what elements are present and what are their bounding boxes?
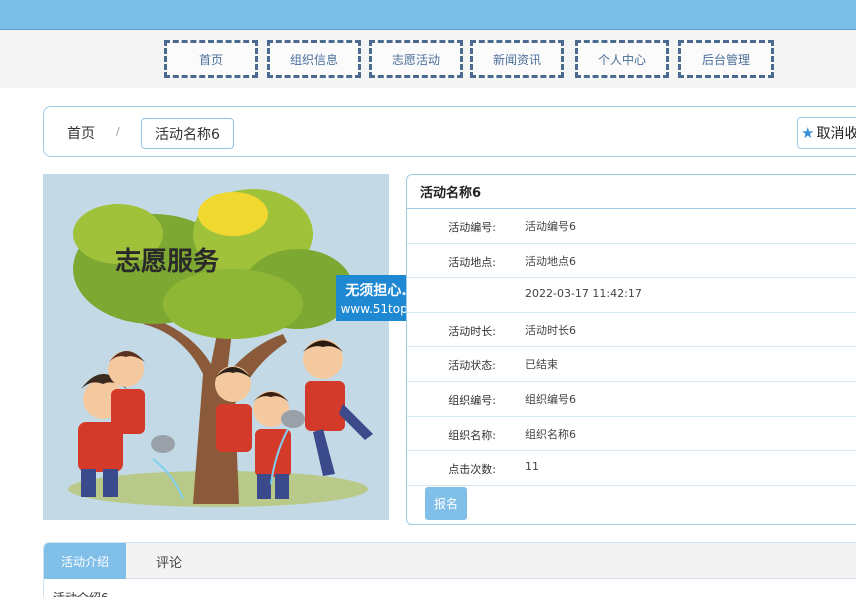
unfavorite-button[interactable]: ★ 取消收 <box>797 117 856 149</box>
detail-value: 活动编号6 <box>525 220 576 233</box>
detail-row: 组织名称: 组织名称6 <box>407 417 856 452</box>
activity-detail-panel: 活动名称6 活动编号: 活动编号6 活动地点: 活动地点6 2022-03-17… <box>406 174 856 525</box>
nav-item-personal-center[interactable]: 个人中心 <box>575 40 669 78</box>
star-icon: ★ <box>801 124 815 142</box>
detail-value: 组织编号6 <box>525 392 576 406</box>
banner-text: 志愿服务 <box>115 247 219 277</box>
tab-bar: 活动介绍 评论 <box>44 543 856 579</box>
activity-title: 活动名称6 <box>407 175 856 209</box>
detail-value: 活动地点6 <box>525 254 576 268</box>
detail-row: 组织编号: 组织编号6 <box>407 382 856 417</box>
detail-value: 组织名称6 <box>525 427 576 441</box>
detail-row: 活动状态: 已结束 <box>407 347 856 382</box>
detail-value: 活动时长6 <box>525 323 576 337</box>
detail-value: 已结束 <box>525 358 558 372</box>
detail-value: 2022-03-17 11:42:17 <box>525 287 642 301</box>
detail-row: 活动时长: 活动时长6 <box>407 313 856 348</box>
activity-image: 志愿服务 <box>43 174 389 520</box>
nav-item-home[interactable]: 首页 <box>164 40 258 78</box>
detail-label: 活动地点: <box>448 255 496 269</box>
tab-comments[interactable]: 评论 <box>156 543 182 579</box>
detail-value: 11 <box>525 460 539 474</box>
detail-label: 点击次数: <box>448 463 496 477</box>
top-header-bar <box>0 0 856 30</box>
nav-item-news[interactable]: 新闻资讯 <box>470 40 564 78</box>
nav-item-label: 志愿活动 <box>391 52 440 67</box>
detail-label: 组织名称: <box>448 428 496 442</box>
detail-label: 活动时长: <box>448 324 496 338</box>
detail-label: 活动编号: <box>448 221 496 234</box>
breadcrumb-home-link[interactable]: 首页 <box>67 123 95 143</box>
breadcrumb-separator: / <box>116 125 120 138</box>
nav-item-label: 后台管理 <box>701 52 750 67</box>
nav-item-organizations[interactable]: 组织信息 <box>267 40 361 78</box>
detail-row: 点击次数: 11 <box>407 451 856 486</box>
detail-row: 活动编号: 活动编号6 <box>407 209 856 244</box>
unfavorite-label: 取消收 <box>816 126 856 142</box>
main-nav: 首页 组织信息 志愿活动 新闻资讯 个人中心 后台管理 <box>0 30 856 88</box>
detail-label: 活动状态: <box>448 359 496 373</box>
activity-tabs: 活动介绍 评论 活动介绍6 <box>43 542 856 597</box>
detail-row: 活动地点: 活动地点6 <box>407 244 856 279</box>
nav-item-label: 首页 <box>198 52 223 67</box>
tab-activity-intro[interactable]: 活动介绍 <box>44 543 126 579</box>
nav-item-admin[interactable]: 后台管理 <box>678 40 774 78</box>
nav-item-label: 个人中心 <box>597 52 646 67</box>
breadcrumb: 首页 / 活动名称6 ★ 取消收 <box>43 106 856 157</box>
signup-button[interactable]: 报名 <box>425 487 467 520</box>
nav-item-label: 组织信息 <box>289 52 338 67</box>
nav-item-label: 新闻资讯 <box>492 52 541 67</box>
tab-content-text: 活动介绍6 <box>53 589 109 597</box>
nav-item-volunteer-activities[interactable]: 志愿活动 <box>369 40 463 78</box>
detail-row: 2022-03-17 11:42:17 <box>407 278 856 313</box>
detail-label: 组织编号: <box>448 393 496 407</box>
breadcrumb-current: 活动名称6 <box>141 118 234 149</box>
